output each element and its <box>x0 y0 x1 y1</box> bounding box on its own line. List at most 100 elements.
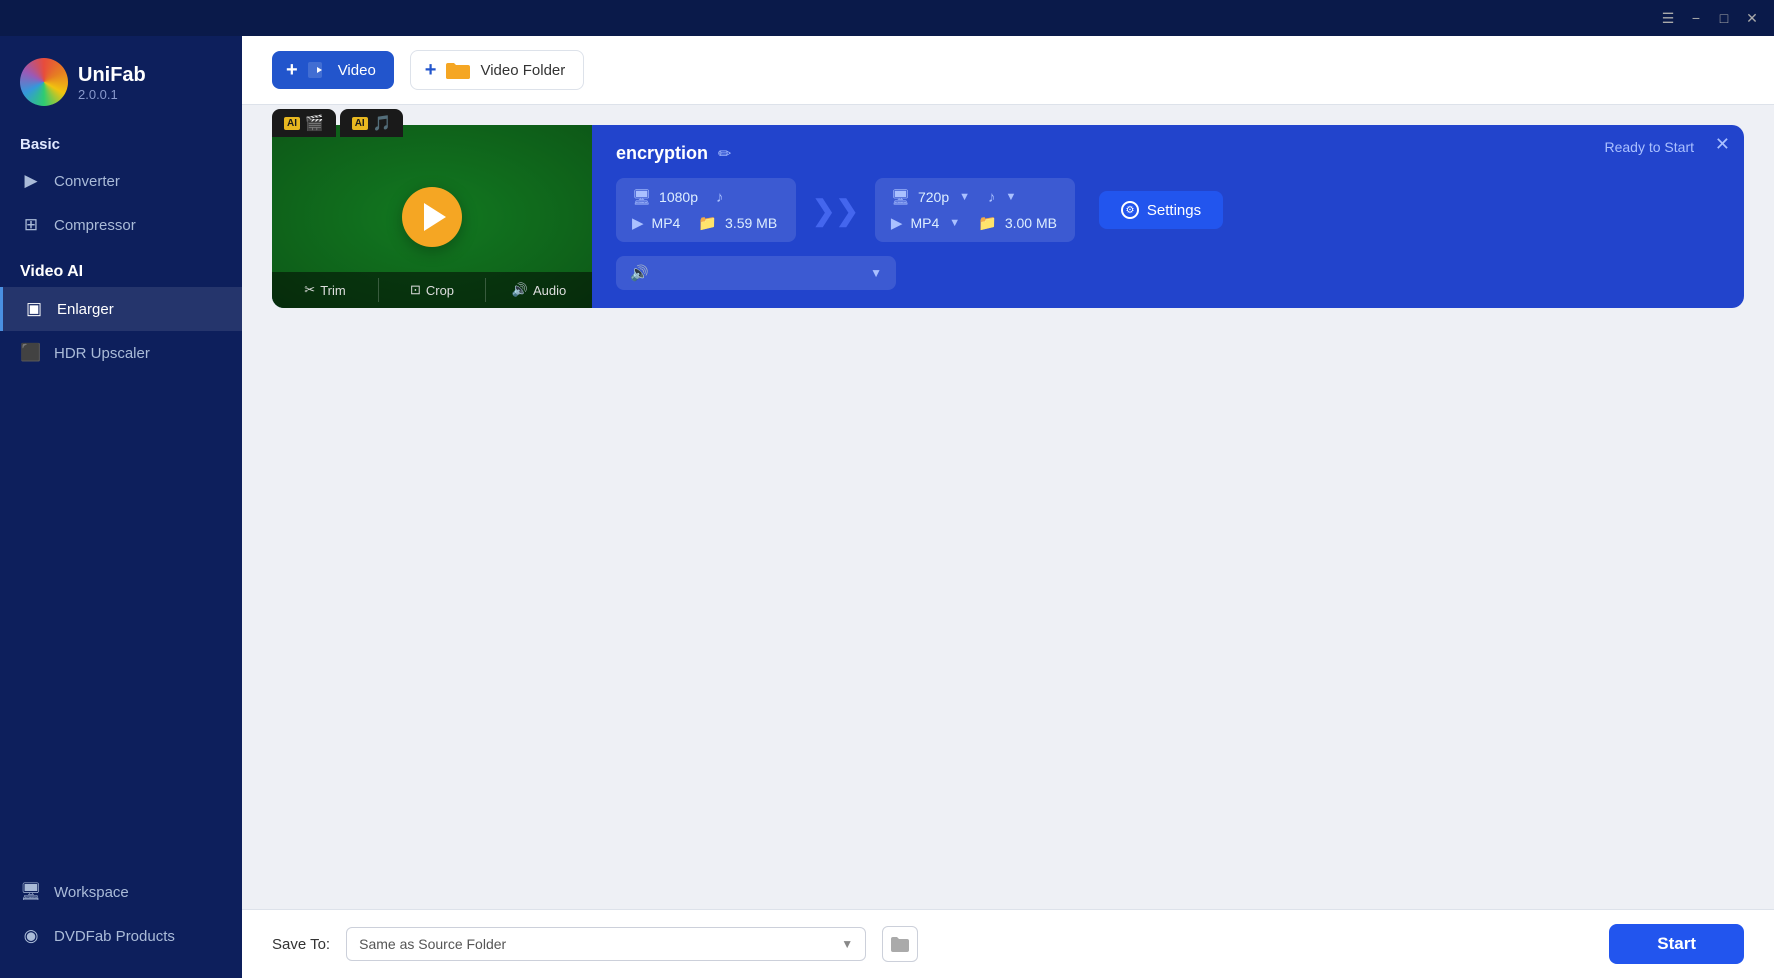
play-triangle-icon <box>424 203 446 231</box>
conv-formats: 🖥 1080p ♪ ▶ MP4 📁 3.59 MB <box>616 178 1720 242</box>
audio-dropdown-icon[interactable]: ▼ <box>1006 191 1017 203</box>
format-dropdown-icon[interactable]: ▼ <box>949 217 960 229</box>
converter-label: Converter <box>54 173 120 190</box>
ai-badge-video[interactable]: AI 🎬 <box>272 109 336 137</box>
ai-video-label: AI <box>284 117 300 130</box>
trim-icon: ✂ <box>304 282 315 298</box>
source-format: MP4 <box>652 215 681 231</box>
start-label: Start <box>1657 934 1696 953</box>
workspace-label: Workspace <box>54 884 129 901</box>
audio-track-selector[interactable]: 🔊 ▼ <box>616 256 896 290</box>
hdr-icon: ⬛ <box>20 343 42 363</box>
browse-folder-button[interactable] <box>882 926 918 962</box>
ai-audio-icon: 🎵 <box>373 114 392 132</box>
source-format-row: ▶ MP4 📁 3.59 MB <box>632 214 780 232</box>
close-button[interactable]: ✕ <box>1738 4 1766 32</box>
logo-version: 2.0.0.1 <box>78 87 146 102</box>
title-bar: ☰ − □ ✕ <box>0 0 1774 36</box>
target-resolution: 720p <box>918 189 949 205</box>
browse-folder-icon <box>890 935 910 953</box>
main-content: + Video + Video Folder <box>242 36 1774 978</box>
ready-label: Ready to Start <box>1605 139 1695 155</box>
ai-video-icon: 🎬 <box>305 114 324 132</box>
target-format-row: ▶ MP4 ▼ 📁 3.00 MB <box>891 214 1059 232</box>
add-video-button[interactable]: + Video <box>272 51 394 89</box>
monitor-icon-target: 🖥 <box>891 188 910 206</box>
ai-badge-audio[interactable]: AI 🎵 <box>340 109 404 137</box>
crop-button[interactable]: ⊡ Crop <box>379 278 486 302</box>
trim-label: Trim <box>320 283 346 298</box>
dvdfab-label: DVDFab Products <box>54 928 175 945</box>
save-path-dropdown-icon: ▼ <box>841 937 853 951</box>
play-button[interactable] <box>402 187 462 247</box>
compressor-icon: ⊞ <box>20 215 42 235</box>
crop-label: Crop <box>426 283 454 298</box>
trim-button[interactable]: ✂ Trim <box>272 278 379 302</box>
folder-icon-target: 📁 <box>978 214 997 232</box>
ai-badges: AI 🎬 AI 🎵 <box>272 109 403 137</box>
close-card-button[interactable]: ✕ <box>1715 135 1730 153</box>
edit-icon[interactable]: ✏ <box>718 144 731 164</box>
target-format: MP4 <box>910 215 939 231</box>
music-note-target-icon: ♪ <box>988 189 996 206</box>
minimize-button[interactable]: − <box>1682 4 1710 32</box>
source-format-box: 🖥 1080p ♪ ▶ MP4 📁 3.59 MB <box>616 178 796 242</box>
save-to-label: Save To: <box>272 936 330 953</box>
target-size: 3.00 MB <box>1005 215 1057 231</box>
save-bar: Save To: Same as Source Folder ▼ Start <box>242 909 1774 978</box>
workspace-icon: 🖥 <box>20 882 42 902</box>
sidebar-item-hdr-upscaler[interactable]: ⬛ HDR Upscaler <box>0 331 242 375</box>
menu-button[interactable]: ☰ <box>1654 4 1682 32</box>
settings-icon: ⚙ <box>1121 201 1139 219</box>
play-icon-target: ▶ <box>891 214 903 232</box>
compressor-label: Compressor <box>54 217 136 234</box>
add-video-plus-icon: + <box>286 60 298 80</box>
logo-area: UniFab 2.0.0.1 <box>0 36 242 128</box>
sidebar: UniFab 2.0.0.1 Basic ▶ Converter ⊞ Compr… <box>0 36 242 978</box>
video-file-icon <box>306 59 328 81</box>
resolution-dropdown-icon[interactable]: ▼ <box>959 191 970 203</box>
maximize-button[interactable]: □ <box>1710 4 1738 32</box>
folder-icon-source: 📁 <box>698 214 717 232</box>
music-note-icon: ♪ <box>716 189 724 206</box>
start-button[interactable]: Start <box>1609 924 1744 964</box>
top-toolbar: + Video + Video Folder <box>242 36 1774 105</box>
video-thumbnail: ✂ Trim ⊡ Crop 🔊 Audio <box>272 125 592 308</box>
settings-label: Settings <box>1147 202 1201 219</box>
ai-audio-label: AI <box>352 117 368 130</box>
audio-button[interactable]: 🔊 Audio <box>486 278 592 302</box>
conversion-arrow: ❯❯ <box>812 194 859 227</box>
sidebar-item-workspace[interactable]: 🖥 Workspace <box>0 870 242 914</box>
conv-header: encryption ✏ <box>616 143 1720 164</box>
sidebar-item-enlarger[interactable]: ▣ Enlarger <box>0 287 242 331</box>
dvdfab-icon: ◉ <box>20 926 42 946</box>
crop-icon: ⊡ <box>410 282 421 298</box>
audio-selector-dropdown-icon: ▼ <box>870 266 882 280</box>
add-folder-button[interactable]: + Video Folder <box>410 50 584 90</box>
target-format-box: 🖥 720p ▼ ♪ ▼ ▶ MP4 ▼ 📁 3 <box>875 178 1075 242</box>
save-path-selector[interactable]: Same as Source Folder ▼ <box>346 927 866 961</box>
sidebar-bottom: 🖥 Workspace ◉ DVDFab Products <box>0 870 242 958</box>
add-folder-plus-icon: + <box>425 60 437 80</box>
target-resolution-row: 🖥 720p ▼ ♪ ▼ <box>891 188 1059 206</box>
settings-button[interactable]: ⚙ Settings <box>1099 191 1223 229</box>
video-area: AI 🎬 AI 🎵 ✂ Tr <box>242 105 1774 909</box>
folder-icon <box>444 59 472 81</box>
audio-label: Audio <box>533 283 566 298</box>
sidebar-item-compressor[interactable]: ⊞ Compressor <box>0 203 242 247</box>
play-icon-source: ▶ <box>632 214 644 232</box>
sidebar-item-converter[interactable]: ▶ Converter <box>0 159 242 203</box>
converter-icon: ▶ <box>20 171 42 191</box>
conversion-info: encryption ✏ 🖥 1080p ♪ ▶ <box>592 125 1744 308</box>
enlarger-label: Enlarger <box>57 301 114 318</box>
thumbnail-controls: ✂ Trim ⊡ Crop 🔊 Audio <box>272 272 592 308</box>
sidebar-item-dvdfab[interactable]: ◉ DVDFab Products <box>0 914 242 958</box>
source-resolution-row: 🖥 1080p ♪ <box>632 188 780 206</box>
hdr-label: HDR Upscaler <box>54 345 150 362</box>
section-video-ai: Video AI <box>0 255 242 287</box>
add-folder-label: Video Folder <box>480 62 565 79</box>
save-path-text: Same as Source Folder <box>359 936 506 952</box>
source-size: 3.59 MB <box>725 215 777 231</box>
section-basic: Basic <box>0 128 242 159</box>
source-resolution: 1080p <box>659 189 698 205</box>
